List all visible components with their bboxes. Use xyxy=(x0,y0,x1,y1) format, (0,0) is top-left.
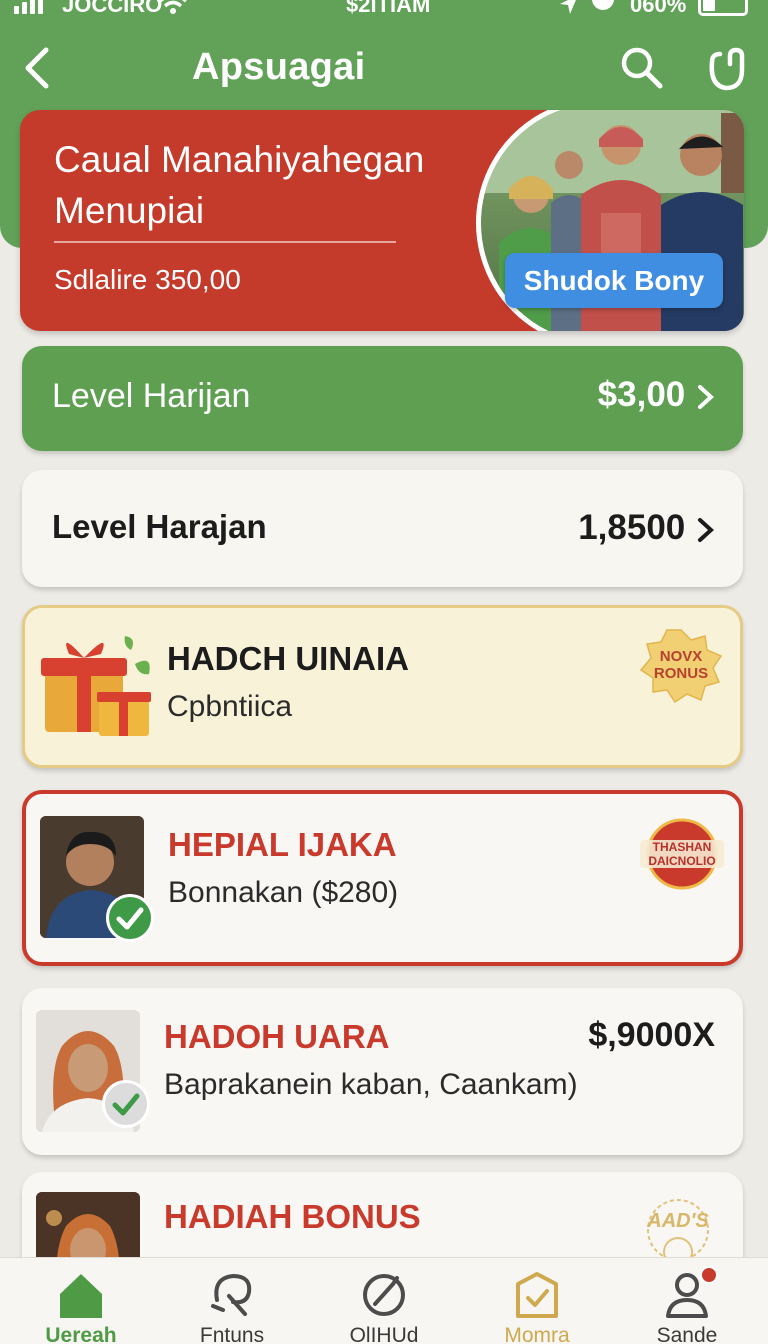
level-row-primary[interactable]: Level Harijan $3,00 xyxy=(22,346,743,451)
card-subtitle: Baprakanein kaban, Caankam) xyxy=(164,1068,578,1101)
home-icon xyxy=(60,1274,102,1318)
level-row-secondary[interactable]: Level Harajan 1,8500 xyxy=(22,470,743,587)
wifi-icon xyxy=(159,0,187,14)
card-subtitle: Bonnakan ($280) xyxy=(168,876,399,909)
banner-divider xyxy=(54,241,396,243)
task-icon xyxy=(516,1272,558,1318)
back-arrow-icon[interactable] xyxy=(18,44,58,92)
card-title: HADOH UARA xyxy=(164,1018,390,1055)
location-arrow-icon xyxy=(560,0,576,14)
check-icon xyxy=(106,894,154,942)
discount-sticker: THASHAN DAICNOLIO xyxy=(640,816,724,892)
banner-action-button[interactable]: Shudok Bony xyxy=(505,253,723,308)
reward-card[interactable]: HADOH UARA $,9000X Baprakanein kaban, Ca… xyxy=(22,988,743,1155)
level-label: Level Harajan xyxy=(52,508,267,545)
level-value: $3,00 xyxy=(598,375,715,415)
tab-olihud[interactable]: OlIHUd xyxy=(309,1258,459,1344)
reward-card-gift[interactable]: HADCH UINAIA Cpbntiica NOVX RONUS xyxy=(22,605,743,768)
tab-home[interactable]: Uereah xyxy=(6,1258,156,1344)
moon-icon xyxy=(592,0,614,10)
card-subtitle: Cpbntiica xyxy=(167,690,293,723)
gift-box-icon xyxy=(41,636,151,736)
banner-title: Caual Manahiyahegan Menupiai xyxy=(54,139,425,231)
bonus-sticker: AAD'S xyxy=(636,1190,720,1267)
hook-icon xyxy=(211,1273,252,1316)
check-icon xyxy=(102,1080,150,1128)
chevron-right-icon xyxy=(698,517,714,542)
page-title: Apsuagai xyxy=(192,46,366,88)
reward-card-highlighted[interactable]: HEPIAL IJAKA Bonnakan ($280) THASHAN DAI… xyxy=(22,790,743,966)
carrier-name: JOCCIRO xyxy=(62,0,163,17)
battery-percent: 060% xyxy=(630,0,687,17)
hand-icon[interactable] xyxy=(700,42,752,94)
nav-bar: Apsuagai xyxy=(0,36,768,100)
notification-badge xyxy=(700,1266,718,1284)
tab-momra[interactable]: Momra xyxy=(462,1258,612,1344)
card-amount: $,9000X xyxy=(588,1016,715,1054)
level-value: 1,8500 xyxy=(578,508,715,548)
card-title: HADCH UINAIA xyxy=(167,640,409,677)
status-bar: JOCCIRO $2ITIAM 060% xyxy=(0,0,768,24)
chevron-right-icon xyxy=(698,384,714,409)
tab-sande[interactable]: Sande xyxy=(612,1258,762,1344)
bottom-nav: Uereah Fntuns OlIHUd Momra Sande xyxy=(0,1257,768,1344)
promo-banner[interactable]: Caual Manahiyahegan Menupiai Sdlalire 35… xyxy=(20,110,744,331)
battery-icon xyxy=(698,0,748,16)
bonus-sticker: NOVX RONUS xyxy=(639,628,723,704)
level-label: Level Harijan xyxy=(52,377,251,415)
signal-icon xyxy=(14,0,43,14)
compass-icon xyxy=(363,1274,405,1316)
card-title: HEPIAL IJAKA xyxy=(168,826,397,863)
search-icon[interactable] xyxy=(618,44,664,90)
status-time: $2ITIAM xyxy=(346,0,431,17)
banner-amount: Sdlalire 350,00 xyxy=(54,264,241,295)
card-title: HADIAH BONUS xyxy=(164,1198,421,1235)
tab-fntuns[interactable]: Fntuns xyxy=(157,1258,307,1344)
